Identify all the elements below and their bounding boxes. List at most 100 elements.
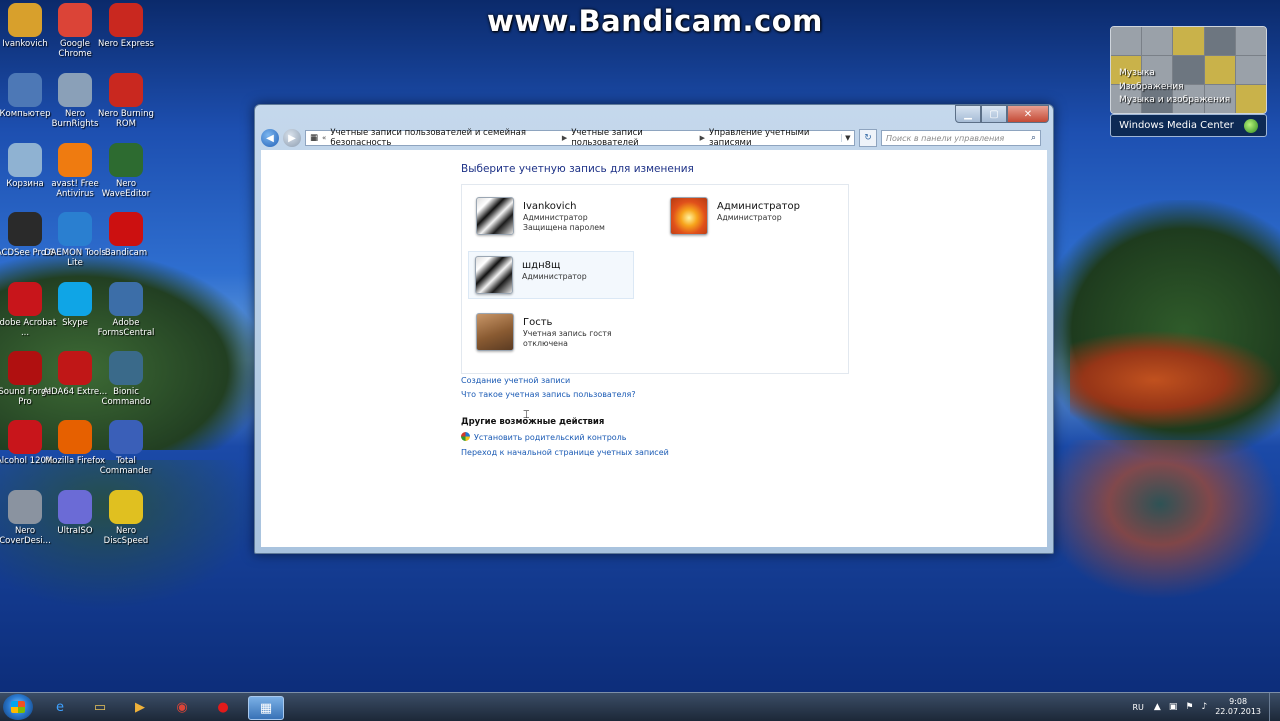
autumn-trees — [1070, 330, 1280, 430]
search-input[interactable]: Поиск в панели управления ⌕ — [881, 130, 1041, 146]
account-tile-shdn8shch[interactable]: шдн8щ Администратор — [468, 251, 634, 299]
desktop-icon-label: Adobe FormsCentral — [93, 318, 159, 338]
folder-user-icon — [8, 3, 42, 37]
wmc-logo-icon — [1244, 119, 1258, 133]
other-actions-heading: Другие возможные действия — [461, 417, 604, 427]
desktop-icon[interactable]: Nero Express — [93, 3, 159, 49]
back-button[interactable]: ◀ — [261, 129, 279, 147]
breadcrumb-overflow-icon: « — [322, 134, 326, 142]
clock-time: 9:08 — [1215, 697, 1261, 707]
desktop-icon[interactable]: Adobe FormsCentral — [93, 282, 159, 338]
close-button[interactable]: ✕ — [1007, 105, 1049, 123]
minimize-button[interactable]: ▁ — [955, 105, 981, 123]
nero-burnrights-icon — [58, 73, 92, 107]
desktop-icon-label: Nero Express — [93, 39, 159, 49]
system-tray: RU ▲ ▣ ⚑ ♪ 9:08 22.07.2013 — [1133, 693, 1280, 721]
control-panel-taskbar-icon[interactable]: ▦ — [248, 696, 284, 720]
account-picture — [670, 197, 708, 235]
nero-discspeed-icon — [109, 490, 143, 524]
address-dropdown-icon[interactable]: ▼ — [841, 134, 854, 142]
desktop-icon[interactable]: Nero Burning ROM — [93, 73, 159, 129]
ultraiso-icon — [58, 490, 92, 524]
account-picture — [476, 313, 514, 351]
wmc-menu: Музыка Изображения Музыка и изображения — [1119, 67, 1230, 108]
mouse-cursor-icon: ⌶ — [523, 408, 530, 422]
breadcrumb-separator-icon: ▶ — [700, 134, 705, 142]
forward-button[interactable]: ▶ — [283, 129, 301, 147]
breadcrumb-item[interactable]: Учетные записи пользователей — [571, 128, 695, 148]
user-accounts-window: ▁ ▢ ✕ ◀ ▶ ▦ « Учетные записи пользовател… — [254, 104, 1054, 554]
bandicam-watermark: www.Bandicam.com — [487, 4, 823, 38]
language-indicator[interactable]: RU — [1133, 703, 1144, 712]
parental-controls-link[interactable]: Установить родительский контроль — [461, 432, 627, 442]
desktop-icon[interactable]: Nero WaveEditor — [93, 143, 159, 199]
clock[interactable]: 9:08 22.07.2013 — [1215, 697, 1261, 717]
desktop-icon-label: Nero Burning ROM — [93, 109, 159, 129]
account-picture — [475, 256, 513, 294]
control-panel-icon: ▦ — [310, 133, 318, 143]
nero-express-icon — [109, 3, 143, 37]
refresh-button[interactable]: ↻ — [859, 129, 877, 147]
lake-reflection-right — [1040, 440, 1280, 600]
alcohol-icon — [8, 420, 42, 454]
account-picture — [476, 197, 514, 235]
desktop-icon-label: Bionic Commando — [93, 387, 159, 407]
wmc-menu-item-music[interactable]: Музыка — [1119, 67, 1230, 81]
desktop-icon-label: Nero DiscSpeed — [93, 526, 159, 546]
account-status: Защищена паролем — [523, 223, 605, 233]
account-tile-ivankovich[interactable]: Ivankovich Администратор Защищена пароле… — [470, 193, 636, 241]
media-player-icon[interactable]: ▶ — [123, 696, 157, 718]
account-status: Учетная запись гостя отключена — [523, 329, 630, 349]
daemon-tools-icon — [58, 212, 92, 246]
address-bar[interactable]: ▦ « Учетные записи пользователей и семей… — [305, 130, 855, 146]
wmc-menu-item-music-pictures[interactable]: Музыка и изображения — [1119, 94, 1230, 108]
account-tile-guest[interactable]: Гость Учетная запись гостя отключена — [470, 309, 636, 357]
nero-burning-rom-icon — [109, 73, 143, 107]
skype-icon — [58, 282, 92, 316]
uac-shield-icon — [461, 432, 470, 441]
accounts-home-link[interactable]: Переход к начальной странице учетных зап… — [461, 448, 669, 457]
total-commander-icon — [109, 420, 143, 454]
internet-explorer-icon[interactable]: e — [43, 696, 77, 718]
desktop-icon[interactable]: Bionic Commando — [93, 351, 159, 407]
wmc-title-bar[interactable]: Windows Media Center — [1110, 114, 1267, 137]
search-placeholder: Поиск в панели управления — [886, 134, 1004, 143]
taskbar: e ▭ ▶ ◉ ● ▦ RU ▲ ▣ ⚑ ♪ 9:08 22.07.2013 — [0, 692, 1280, 721]
volume-icon[interactable]: ♪ — [1201, 702, 1207, 712]
desktop-icon[interactable]: Nero DiscSpeed — [93, 490, 159, 546]
chrome-icon — [58, 3, 92, 37]
page-title: Выберите учетную запись для изменения — [461, 163, 694, 175]
content-pane: Выберите учетную запись для изменения Iv… — [261, 150, 1047, 547]
account-type: Администратор — [717, 213, 800, 223]
account-tile-administrator[interactable]: Администратор Администратор — [664, 193, 830, 241]
desktop-icon-label: Nero WaveEditor — [93, 179, 159, 199]
chrome-taskbar-icon[interactable]: ◉ — [165, 696, 199, 718]
account-list: Ivankovich Администратор Защищена пароле… — [461, 184, 849, 374]
desktop-icon[interactable]: Total Commander — [93, 420, 159, 476]
explorer-folder-icon[interactable]: ▭ — [83, 696, 117, 718]
desktop-icon-label: Bandicam — [93, 248, 159, 258]
wmc-menu-item-pictures[interactable]: Изображения — [1119, 81, 1230, 95]
maximize-button[interactable]: ▢ — [981, 105, 1007, 123]
account-name: шдн8щ — [522, 260, 587, 272]
show-desktop-button[interactable] — [1269, 693, 1280, 721]
search-icon[interactable]: ⌕ — [1031, 133, 1036, 143]
account-name: Администратор — [717, 201, 800, 213]
navigation-bar: ◀ ▶ ▦ « Учетные записи пользователей и с… — [261, 127, 1047, 149]
desktop-icon[interactable]: Bandicam — [93, 212, 159, 258]
wmc-gadget[interactable]: Музыка Изображения Музыка и изображения — [1110, 26, 1267, 114]
wmc-title: Windows Media Center — [1119, 120, 1234, 131]
breadcrumb-item[interactable]: Учетные записи пользователей и семейная … — [330, 128, 557, 148]
create-account-link[interactable]: Создание учетной записи — [461, 376, 570, 385]
network-icon[interactable]: ▣ — [1169, 702, 1178, 712]
show-hidden-icons-icon[interactable]: ▲ — [1154, 702, 1161, 712]
what-is-account-link[interactable]: Что такое учетная запись пользователя? — [461, 390, 636, 399]
action-center-icon[interactable]: ⚑ — [1185, 702, 1193, 712]
window-controls: ▁ ▢ ✕ — [955, 105, 1049, 123]
account-name: Ivankovich — [523, 201, 605, 213]
breadcrumb-item[interactable]: Управление учетными записями — [709, 128, 837, 148]
start-button[interactable] — [3, 694, 33, 720]
breadcrumb-separator-icon: ▶ — [562, 134, 567, 142]
acdsee-icon — [8, 212, 42, 246]
bandicam-taskbar-icon[interactable]: ● — [206, 696, 240, 718]
